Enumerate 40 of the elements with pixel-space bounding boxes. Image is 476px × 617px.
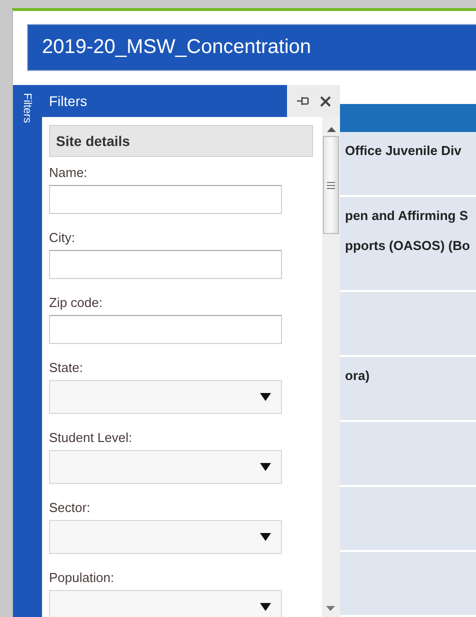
dropdown[interactable] [49,450,282,484]
window-title: 2019-20_MSW_Concentration [27,24,476,71]
field-label: Student Level: [49,429,132,447]
caret-icon [260,603,271,611]
section-header: Site details [49,125,313,157]
dropdown[interactable] [49,520,282,554]
input-field[interactable] [49,250,282,279]
panel-title: Filters [42,85,287,117]
dropdown[interactable] [49,590,282,617]
grid-row[interactable] [340,552,476,617]
scroll-thumb[interactable] [323,136,339,234]
pin-icon[interactable] [296,96,309,106]
caret-icon [260,463,271,471]
field-label: City: [49,229,75,247]
field-label: Population: [49,569,114,587]
grid-row[interactable]: Office Juvenile Div [340,132,476,197]
close-icon[interactable] [320,96,332,106]
cell-text: pen and Affirming S [345,207,470,225]
cell-text: ora) [345,367,371,385]
dropdown[interactable] [49,380,282,414]
grip-icon [327,182,335,188]
cell-text: pports (OASOS) (Bo [345,237,471,255]
scrollbar[interactable] [322,117,340,617]
field-label: State: [49,359,83,377]
field-label: Zip code: [49,294,102,312]
cell-text: Office Juvenile Div [345,142,462,160]
input-field[interactable] [49,315,282,344]
side-tab[interactable]: Filters [21,93,33,123]
scroll-up-icon[interactable] [326,127,336,132]
caret-icon [260,533,271,541]
grid-row[interactable] [340,292,476,357]
scroll-down-icon[interactable] [326,606,335,611]
grid-row[interactable]: ora) [340,357,476,422]
grid-row[interactable] [340,422,476,487]
field-label: Sector: [49,499,90,517]
input-field[interactable] [49,185,282,214]
grid-row[interactable]: pen and Affirming S pports (OASOS) (Bo [340,197,476,292]
field-label: Name: [49,164,88,182]
grid-row[interactable] [340,487,476,552]
caret-icon [260,393,271,401]
